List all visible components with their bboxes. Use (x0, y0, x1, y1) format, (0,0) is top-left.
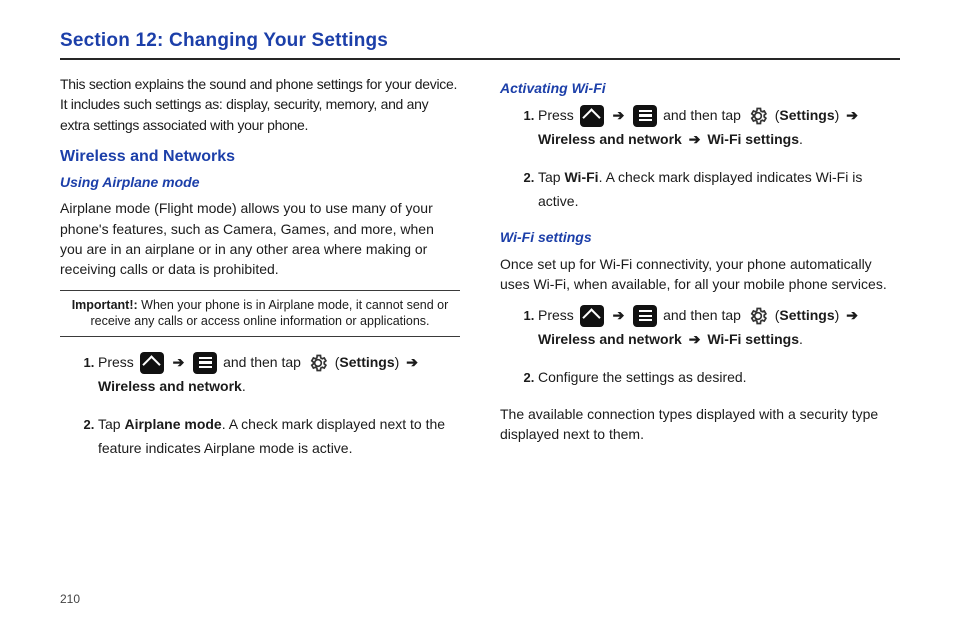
and-then-tap: and then tap (663, 107, 741, 123)
important-text: When your phone is in Airplane mode, it … (90, 298, 448, 329)
section-title: Section 12: Changing Your Settings (60, 30, 900, 52)
arrow-icon: ➔ (686, 331, 704, 347)
subheading-airplane-mode: Using Airplane mode (60, 172, 460, 192)
menu-button-icon (633, 305, 657, 327)
settings-gear-icon (747, 305, 769, 327)
settings-label: Settings (779, 307, 834, 323)
tap-text: Tap (98, 416, 124, 432)
important-label: Important!: (72, 298, 138, 312)
two-column-layout: This section explains the sound and phon… (60, 74, 900, 475)
arrow-icon: ➔ (686, 131, 704, 147)
heading-wireless-networks: Wireless and Networks (60, 145, 460, 168)
activating-wifi-steps: Press ➔ and then tap (Settings) ➔ Wirele… (500, 104, 900, 213)
title-rule (60, 58, 900, 60)
settings-gear-icon (307, 352, 329, 374)
period: . (799, 331, 803, 347)
activating-step-1: Press ➔ and then tap (Settings) ➔ Wirele… (538, 104, 900, 152)
settings-label: Settings (779, 107, 834, 123)
arrow-icon: ➔ (170, 354, 188, 370)
home-button-icon (140, 352, 164, 374)
wifi-closing-paragraph: The available connection types displayed… (500, 404, 900, 445)
period: . (242, 378, 246, 394)
page-number: 210 (60, 592, 80, 606)
settings-label: Settings (339, 354, 394, 370)
airplane-mode-label: Airplane mode (124, 416, 221, 432)
wifi-step-1: Press ➔ and then tap (Settings) ➔ Wirele… (538, 304, 900, 352)
menu-button-icon (633, 105, 657, 127)
left-column: This section explains the sound and phon… (60, 74, 460, 475)
right-column: Activating Wi-Fi Press ➔ and then tap (S… (500, 74, 900, 475)
airplane-step-2: Tap Airplane mode. A check mark displaye… (98, 413, 460, 461)
airplane-step-1: Press ➔ and then tap (Settings) ➔ Wirele… (98, 351, 460, 399)
arrow-icon: ➔ (843, 107, 861, 123)
settings-gear-icon (747, 105, 769, 127)
home-button-icon (580, 105, 604, 127)
arrow-icon: ➔ (610, 107, 628, 123)
press-text: Press (538, 107, 574, 123)
subheading-activating-wifi: Activating Wi-Fi (500, 78, 900, 98)
activating-step-2: Tap Wi-Fi. A check mark displayed indica… (538, 166, 900, 214)
subheading-wifi-settings: Wi-Fi settings (500, 227, 900, 247)
wireless-network-label: Wireless and network (538, 131, 682, 147)
wifi-settings-label: Wi-Fi settings (707, 131, 799, 147)
airplane-description: Airplane mode (Flight mode) allows you t… (60, 198, 460, 279)
intro-paragraph: This section explains the sound and phon… (60, 74, 460, 135)
wifi-label: Wi-Fi (564, 169, 598, 185)
and-then-tap: and then tap (223, 354, 301, 370)
wifi-settings-steps: Press ➔ and then tap (Settings) ➔ Wirele… (500, 304, 900, 389)
arrow-icon: ➔ (843, 307, 861, 323)
airplane-steps: Press ➔ and then tap (Settings) ➔ Wirele… (60, 351, 460, 460)
press-text: Press (538, 307, 574, 323)
home-button-icon (580, 305, 604, 327)
period: . (799, 131, 803, 147)
wireless-network-label: Wireless and network (98, 378, 242, 394)
wifi-step-2: Configure the settings as desired. (538, 366, 900, 390)
wifi-settings-label: Wi-Fi settings (707, 331, 799, 347)
press-text: Press (98, 354, 134, 370)
and-then-tap: and then tap (663, 307, 741, 323)
menu-button-icon (193, 352, 217, 374)
wifi-settings-description: Once set up for Wi-Fi connectivity, your… (500, 254, 900, 295)
important-note: Important!: When your phone is in Airpla… (60, 290, 460, 338)
arrow-icon: ➔ (610, 307, 628, 323)
tap-text: Tap (538, 169, 564, 185)
arrow-icon: ➔ (403, 354, 421, 370)
wireless-network-label: Wireless and network (538, 331, 682, 347)
